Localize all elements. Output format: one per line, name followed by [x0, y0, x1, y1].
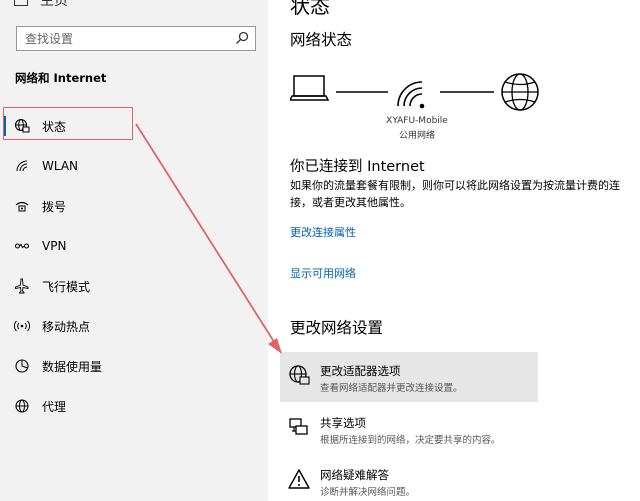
hotspot-icon: [14, 318, 30, 334]
sharing-icon: [289, 418, 308, 435]
connection-description: 如果你的流量套餐有限制，则你可以将此网络设置为按流量计费的连接，或者更改其他属性…: [290, 179, 620, 209]
laptop-icon: [290, 75, 330, 101]
wifi-icon: [14, 158, 30, 174]
option-subtitle: 诊断并解决网络问题。: [320, 487, 416, 498]
sidebar-item-dialup[interactable]: 拨号: [0, 186, 268, 226]
sidebar-item-label: 数据使用量: [42, 359, 103, 374]
dialup-icon: [14, 198, 30, 214]
change-connection-properties-link[interactable]: 更改连接属性: [290, 224, 356, 240]
airplane-icon: [14, 278, 30, 294]
sidebar-item-label: WLAN: [42, 159, 79, 173]
option-title: 更改适配器选项: [320, 364, 401, 378]
warning-icon: [288, 469, 310, 489]
sidebar-item-label: 代理: [42, 399, 67, 414]
adapter-icon: [289, 365, 310, 385]
section-title: 网络和 Internet: [15, 71, 107, 85]
option-title: 共享选项: [320, 416, 366, 430]
change-network-settings-heading: 更改网络设置: [290, 319, 384, 337]
network-diagram: [290, 73, 539, 111]
search-input[interactable]: [17, 27, 217, 50]
sidebar-item-label: 飞行模式: [42, 279, 91, 294]
option-subtitle: 根据所连接到的网络，决定要共享的内容。: [320, 435, 501, 446]
globe-icon: [14, 398, 30, 414]
data-usage-icon: [14, 358, 30, 374]
home-icon[interactable]: [14, 0, 28, 6]
sidebar-item-data-usage[interactable]: 数据使用量: [0, 346, 268, 386]
option-subtitle: 查看网络适配器并更改连接设置。: [320, 383, 463, 394]
network-status-heading: 网络状态: [290, 31, 353, 49]
sharing-options-button[interactable]: 共享选项 根据所连接到的网络，决定要共享的内容。: [280, 404, 538, 454]
sidebar-item-home[interactable]: 主页: [40, 0, 68, 10]
sidebar-item-wlan[interactable]: WLAN: [0, 146, 268, 186]
main-content: 状态 网络状态 XYAFU-Mobile 公用网络 你已连接到 Internet…: [268, 0, 640, 501]
sidebar-item-proxy[interactable]: 代理: [0, 386, 268, 426]
annotation-highlight-box: [3, 107, 133, 140]
internet-globe-icon: [501, 73, 539, 111]
vpn-icon: [14, 238, 30, 254]
connected-heading: 你已连接到 Internet: [290, 159, 425, 175]
network-name: XYAFU-Mobile: [386, 116, 448, 126]
sidebar-item-label: VPN: [42, 239, 67, 253]
sidebar-item-airplane-mode[interactable]: 飞行模式: [0, 266, 268, 306]
sidebar-item-vpn[interactable]: VPN: [0, 226, 268, 266]
search-box[interactable]: [16, 26, 256, 51]
change-adapter-options-button[interactable]: 更改适配器选项 查看网络适配器并更改连接设置。: [280, 352, 538, 402]
network-troubleshooter-button[interactable]: 网络疑难解答 诊断并解决网络问题。: [280, 456, 538, 501]
page-title: 状态: [290, 0, 330, 18]
option-title: 网络疑难解答: [320, 468, 389, 482]
show-available-networks-link[interactable]: 显示可用网络: [290, 265, 356, 281]
sidebar-item-label: 移动热点: [42, 319, 91, 334]
sidebar: 主页 网络和 Internet 状态 W: [0, 0, 268, 501]
sidebar-item-hotspot[interactable]: 移动热点: [0, 306, 268, 346]
sidebar-item-label: 拨号: [42, 199, 67, 214]
wifi-signal-icon: [397, 81, 425, 109]
search-icon[interactable]: [235, 31, 249, 45]
network-type: 公用网络: [398, 131, 435, 141]
